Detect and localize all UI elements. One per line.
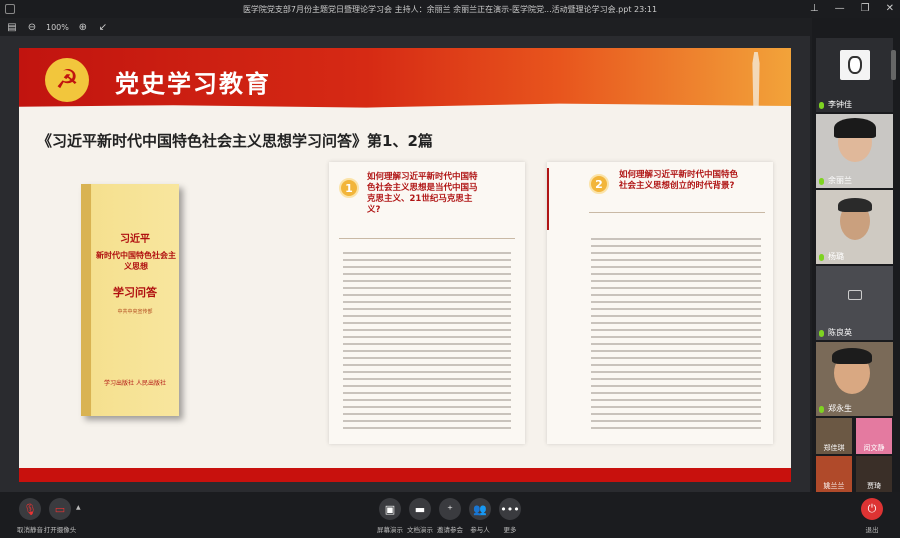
mic-icon bbox=[819, 330, 824, 337]
screen-share-icon: ▣ bbox=[379, 498, 401, 520]
monument-image bbox=[752, 52, 760, 108]
participant-tile[interactable]: 余丽兰 bbox=[816, 114, 893, 188]
zoom-level: 100% bbox=[46, 22, 69, 32]
slide-heading: 《习近平新时代中国特色社会主义思想学习问答》第1、2篇 bbox=[37, 132, 433, 150]
participant-tile[interactable]: 杨璐 bbox=[816, 190, 893, 264]
page-1-body-text bbox=[343, 252, 511, 434]
meeting-controls: 🎙 取消静音 ▭ 打开摄像头 ▲ ▣ 屏幕演示 ▬ 文档演示 ⁺ 邀请参会 👥 … bbox=[0, 492, 900, 538]
participant-tile[interactable]: 郑永生 bbox=[816, 342, 893, 416]
book-title-line2: 新时代中国特色社会主义思想 bbox=[96, 250, 176, 271]
maximize-button[interactable]: ❐ bbox=[861, 3, 870, 15]
pin-icon[interactable]: ⊥ bbox=[810, 3, 819, 15]
banner-title: 党史学习教育 bbox=[115, 70, 271, 98]
book-title-line3: 学习问答 bbox=[113, 286, 157, 299]
camera-options-caret[interactable]: ▲ bbox=[76, 504, 81, 511]
more-icon: ••• bbox=[499, 498, 521, 520]
participant-name: 贾琦 bbox=[867, 482, 881, 490]
camera-button[interactable]: ▭ 打开摄像头 bbox=[40, 498, 80, 534]
zoom-in-icon[interactable]: ⊕ bbox=[77, 21, 89, 33]
question-number-badge: 1 bbox=[339, 178, 359, 198]
participant-thumb[interactable]: 贾琦 bbox=[856, 456, 892, 492]
camera-off-icon: ▭ bbox=[49, 498, 71, 520]
close-button[interactable]: ✕ bbox=[886, 3, 894, 15]
participant-tile[interactable]: 陈良英 bbox=[816, 266, 893, 340]
participant-name: 李钟佳 bbox=[828, 100, 852, 109]
page-2-body-text bbox=[591, 238, 761, 434]
participant-thumb[interactable]: 姚兰兰 bbox=[816, 456, 852, 492]
mic-icon bbox=[819, 406, 824, 413]
camera-off-icon bbox=[848, 290, 862, 300]
slide-footer-stripe bbox=[19, 468, 791, 482]
add-user-icon: ⁺ bbox=[439, 498, 461, 520]
mic-icon bbox=[819, 254, 824, 261]
question-1-text: 如何理解习近平新时代中国特色社会主义思想是当代中国马克思主义、21世纪马克思主义… bbox=[367, 172, 478, 215]
mic-muted-icon: 🎙 bbox=[19, 498, 41, 520]
participant-name: 姚兰兰 bbox=[823, 482, 845, 490]
participant-panel: 李钟佳 余丽兰 杨璐 陈良英 郑永生 郑佳琪 闵文静 姚兰兰 贾琦 bbox=[812, 18, 900, 492]
participant-name: 闵文静 bbox=[863, 444, 885, 452]
question-number-badge: 2 bbox=[589, 174, 609, 194]
more-button[interactable]: ••• 更多 bbox=[490, 498, 530, 534]
participant-name: 余丽兰 bbox=[828, 176, 852, 185]
party-emblem-icon: ☭ bbox=[45, 58, 89, 102]
power-icon: ⏻ bbox=[861, 498, 883, 520]
title-bar: 医学院党支部7月份主题党日暨理论学习会 主持人：余丽兰 余丽兰正在演示-医学院党… bbox=[0, 0, 900, 18]
people-icon: 👥 bbox=[469, 498, 491, 520]
participant-thumb[interactable]: 闵文静 bbox=[856, 418, 892, 454]
folder-icon: ▬ bbox=[409, 498, 431, 520]
book-page-1: 1 如何理解习近平新时代中国特色社会主义思想是当代中国马克思主义、21世纪马克思… bbox=[329, 162, 525, 444]
sidebar-toggle-icon[interactable]: ▤ bbox=[6, 21, 18, 33]
book-publisher-top: 中共中央宣传部 bbox=[117, 309, 153, 315]
window-title: 医学院党支部7月份主题党日暨理论学习会 主持人：余丽兰 余丽兰正在演示-医学院党… bbox=[242, 4, 658, 14]
participant-tile[interactable]: 李钟佳 bbox=[816, 38, 893, 112]
presentation-stage: ☭ 党史学习教育 《习近平新时代中国特色社会主义思想学习问答》第1、2篇 习近平… bbox=[0, 36, 810, 492]
zoom-out-icon[interactable]: ⊖ bbox=[26, 21, 38, 33]
book-page-2: 2 如何理解习近平新时代中国特色社会主义思想创立的时代背景? bbox=[547, 162, 773, 444]
participant-name: 郑永生 bbox=[828, 404, 852, 413]
book-cover-image: 习近平 新时代中国特色社会主义思想 学习问答 中共中央宣传部 学习出版社 人民出… bbox=[81, 184, 179, 416]
minimize-button[interactable]: — bbox=[835, 3, 845, 15]
avatar bbox=[840, 50, 870, 80]
book-title-line1: 习近平 bbox=[120, 234, 150, 245]
book-publisher-bottom: 学习出版社 人民出版社 bbox=[104, 380, 166, 387]
slide: ☭ 党史学习教育 《习近平新时代中国特色社会主义思想学习问答》第1、2篇 习近平… bbox=[19, 48, 791, 482]
participant-name: 郑佳琪 bbox=[823, 444, 845, 452]
participant-thumb[interactable]: 郑佳琪 bbox=[816, 418, 852, 454]
viewer-toolbar: ▤ ⊖ 100% ⊕ ↙ bbox=[0, 18, 810, 36]
mic-icon bbox=[819, 102, 824, 109]
mic-icon bbox=[819, 178, 824, 185]
participant-scrollbar[interactable] bbox=[891, 50, 896, 80]
fit-icon[interactable]: ↙ bbox=[97, 21, 109, 33]
exit-button[interactable]: ⏻ 退出 bbox=[852, 498, 892, 534]
slide-banner: ☭ 党史学习教育 bbox=[19, 48, 791, 110]
participant-name: 杨璐 bbox=[828, 252, 844, 261]
question-2-text: 如何理解习近平新时代中国特色社会主义思想创立的时代背景? bbox=[619, 170, 739, 191]
participant-name: 陈良英 bbox=[828, 328, 852, 337]
